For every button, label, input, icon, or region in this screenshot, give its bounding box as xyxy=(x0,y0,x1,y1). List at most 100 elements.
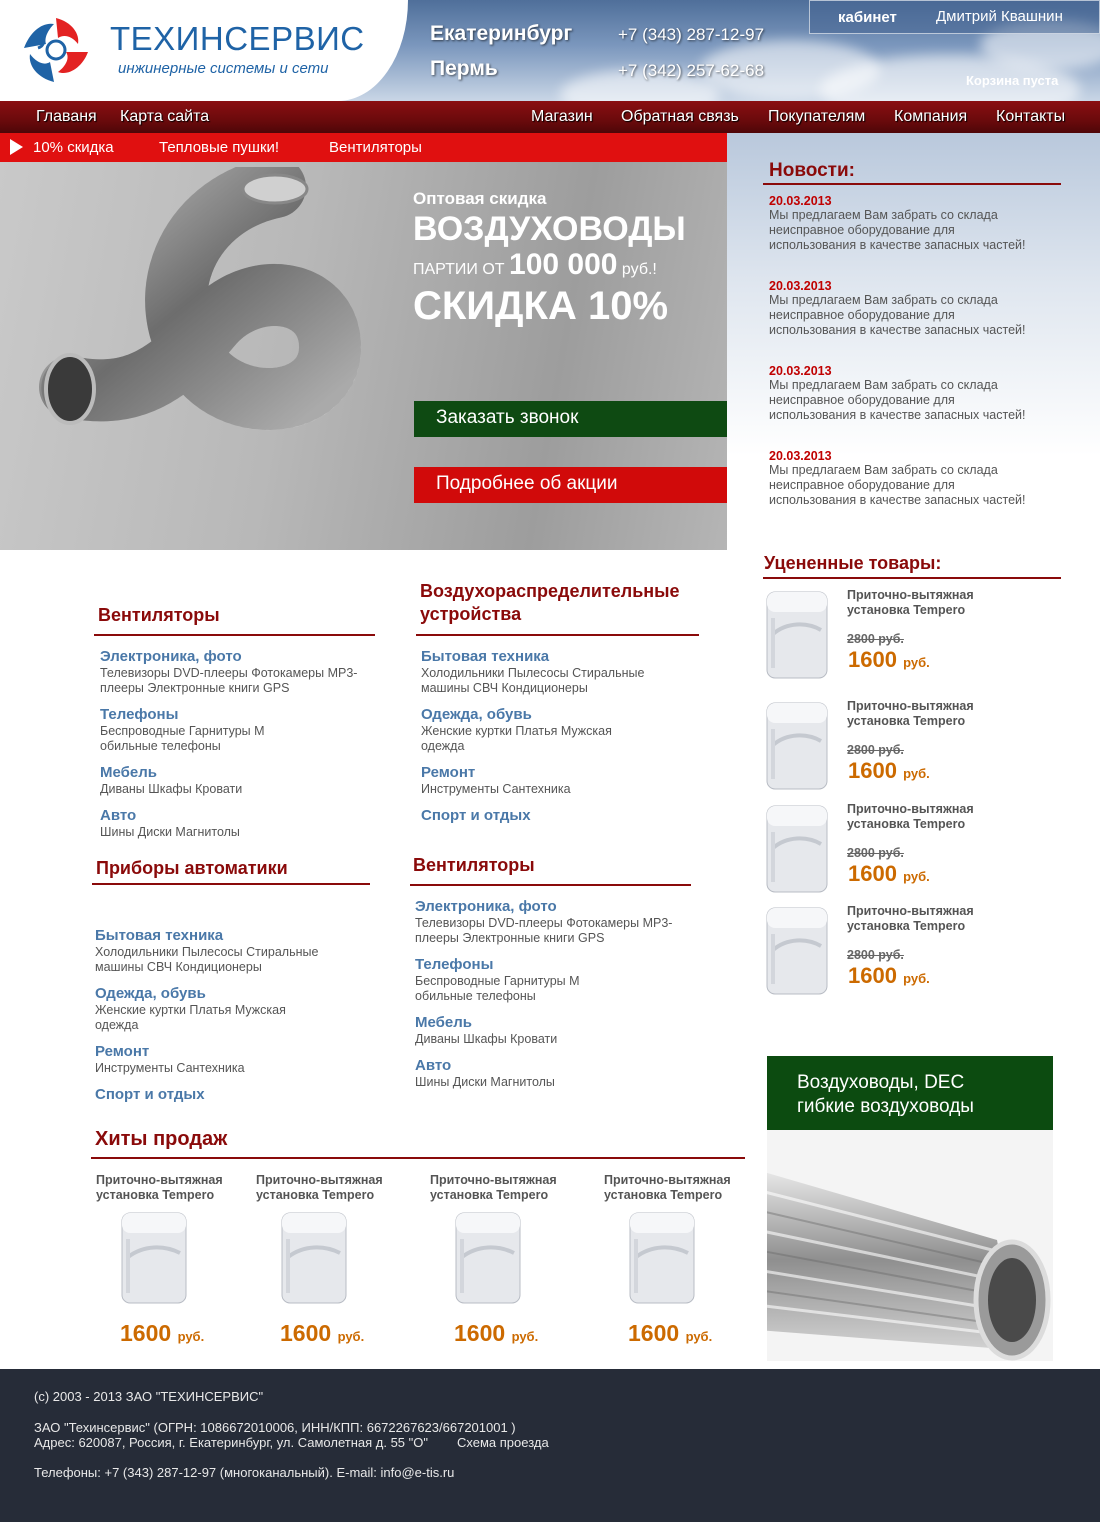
catalog-link[interactable]: Ремонт xyxy=(421,764,475,781)
catalog-heading[interactable]: Вентиляторы xyxy=(98,604,220,627)
ventilation-unit-image[interactable] xyxy=(626,1209,698,1307)
ventilation-unit-image[interactable] xyxy=(452,1209,524,1307)
nav-item-company[interactable]: Компания xyxy=(894,108,967,126)
hit-product[interactable]: Приточно-вытяжная установка Tempero 1600… xyxy=(96,1173,256,1353)
duct-side-banner[interactable]: Воздуховоды, DEC гибкие воздуховоды xyxy=(767,1056,1053,1361)
catalog-link[interactable]: Ремонт xyxy=(95,1043,149,1060)
nav-item-sitemap[interactable]: Карта сайта xyxy=(120,108,209,126)
ventilation-unit-image[interactable] xyxy=(763,699,831,794)
catalog-desc: Диваны Шкафы Кровати xyxy=(415,1032,558,1046)
promo-banner: Оптовая скидка ВОЗДУХОВОДЫ ПАРТИИ ОТ 100… xyxy=(0,162,727,550)
promo-details-button[interactable]: Подробнее об акции xyxy=(414,467,727,503)
product-name-text[interactable]: Приточно-вытяжная установка Tempero xyxy=(256,1173,383,1202)
discounted-product[interactable]: Приточно-вытяжная установка Tempero 2800… xyxy=(763,904,1063,1004)
product-name[interactable]: Приточно-вытяжная установка Tempero xyxy=(847,904,1017,934)
cart-status[interactable]: Корзина пуста xyxy=(966,73,1058,88)
product-name[interactable]: Приточно-вытяжная установка Tempero xyxy=(96,1173,256,1203)
ventilation-unit-image[interactable] xyxy=(763,802,831,897)
nav-item-shop[interactable]: Магазин xyxy=(531,108,593,126)
catalog-link[interactable]: Мебель xyxy=(415,1014,472,1031)
product-name[interactable]: Приточно-вытяжная установка Tempero xyxy=(256,1173,416,1203)
banner-title: ВОЗДУХОВОДЫ xyxy=(413,210,686,248)
news-item[interactable]: 20.03.2013 Мы предлагаем Вам забрать со … xyxy=(769,194,1029,253)
divider xyxy=(763,577,1061,579)
city-phone: +7 (343) 287-12-97 xyxy=(618,25,765,44)
ventilation-unit-image[interactable] xyxy=(763,904,831,999)
news-text: Мы предлагаем Вам забрать со склада неис… xyxy=(769,208,1026,252)
catalog-link[interactable]: Авто xyxy=(100,807,136,824)
catalog-link[interactable]: Телефоны xyxy=(415,956,493,973)
promo-item[interactable]: Тепловые пушки! xyxy=(159,139,279,156)
catalog-desc: Инструменты Сантехника xyxy=(95,1061,245,1075)
hit-product[interactable]: Приточно-вытяжная установка Tempero 1600… xyxy=(256,1173,416,1353)
catalog-link[interactable]: Электроника, фото xyxy=(100,648,242,665)
divider xyxy=(763,183,1061,185)
catalog-heading[interactable]: Приборы автоматики xyxy=(96,857,288,880)
price-currency: руб. xyxy=(903,766,930,781)
catalog-link[interactable]: Спорт и отдых xyxy=(95,1086,205,1103)
divider xyxy=(410,884,691,886)
catalog-link[interactable]: Электроника, фото xyxy=(415,898,557,915)
order-callback-button[interactable]: Заказать звонок xyxy=(414,401,727,437)
promo-item[interactable]: 10% скидка xyxy=(33,139,114,156)
ventilation-unit-image[interactable] xyxy=(278,1209,350,1307)
catalog-heading[interactable]: Вентиляторы xyxy=(413,854,535,877)
product-name[interactable]: Приточно-вытяжная установка Tempero xyxy=(847,802,1017,832)
catalog-link[interactable]: Авто xyxy=(415,1057,451,1074)
price-currency: руб. xyxy=(511,1329,539,1344)
nav-item-buyers[interactable]: Покупателям xyxy=(768,108,865,126)
product-name-text[interactable]: Приточно-вытяжная установка Tempero xyxy=(604,1173,731,1202)
divider xyxy=(92,883,370,885)
old-price: 2800 руб. xyxy=(847,743,904,757)
footer-legal: ЗАО "Техинсервис" (ОГРН: 1086672010006, … xyxy=(34,1420,516,1435)
catalog-desc: Телевизоры DVD-плееры Фотокамеры MP3-пле… xyxy=(100,666,358,695)
product-name[interactable]: Приточно-вытяжная установка Tempero xyxy=(604,1173,764,1203)
account-user-name[interactable]: Дмитрий Квашнин xyxy=(936,8,1063,25)
product-name-text[interactable]: Приточно-вытяжная установка Tempero xyxy=(96,1173,223,1202)
catalog-link[interactable]: Мебель xyxy=(100,764,157,781)
news-item[interactable]: 20.03.2013 Мы предлагаем Вам забрать со … xyxy=(769,364,1029,423)
news-item[interactable]: 20.03.2013 Мы предлагаем Вам забрать со … xyxy=(769,449,1029,508)
catalog-link[interactable]: Одежда, обувь xyxy=(95,985,206,1002)
batch-unit: руб.! xyxy=(621,261,657,278)
news-item[interactable]: 20.03.2013 Мы предлагаем Вам забрать со … xyxy=(769,279,1029,338)
account-link[interactable]: кабинет xyxy=(838,9,897,26)
price-value: 1600 xyxy=(848,647,897,672)
nav-item-home[interactable]: Главаня xyxy=(36,108,97,126)
footer-map-link[interactable]: Схема проезда xyxy=(457,1435,549,1450)
price-currency: руб. xyxy=(903,869,930,884)
nav-item-contacts[interactable]: Контакты xyxy=(996,108,1065,126)
nav-item-feedback[interactable]: Обратная связь xyxy=(621,108,739,126)
product-name[interactable]: Приточно-вытяжная установка Tempero xyxy=(847,699,1017,729)
footer-address: Адрес: 620087, Россия, г. Екатеринбург, … xyxy=(34,1435,428,1450)
news-date[interactable]: 20.03.2013 xyxy=(769,279,1029,293)
news-date[interactable]: 20.03.2013 xyxy=(769,194,1029,208)
product-name-text[interactable]: Приточно-вытяжная установка Tempero xyxy=(430,1173,557,1202)
price-currency: руб. xyxy=(177,1329,205,1344)
catalog-link[interactable]: Одежда, обувь xyxy=(421,706,532,723)
side-banner-text[interactable]: Воздуховоды, DEC гибкие воздуховоды xyxy=(797,1071,1027,1119)
catalog-link[interactable]: Бытовая техника xyxy=(95,927,223,944)
news-date[interactable]: 20.03.2013 xyxy=(769,364,1029,378)
discounted-product[interactable]: Приточно-вытяжная установка Tempero 2800… xyxy=(763,699,1063,799)
ventilation-unit-image[interactable] xyxy=(118,1209,190,1307)
catalog-link[interactable]: Телефоны xyxy=(100,706,178,723)
city-name: Екатеринбург xyxy=(430,22,573,45)
catalog-link[interactable]: Спорт и отдых xyxy=(421,807,531,824)
product-name[interactable]: Приточно-вытяжная установка Tempero xyxy=(430,1173,590,1203)
discounted-product[interactable]: Приточно-вытяжная установка Tempero 2800… xyxy=(763,588,1063,688)
promo-item[interactable]: Вентиляторы xyxy=(329,139,422,156)
logo-block[interactable]: ТЕХИНСЕРВИС инжинерные системы и сети xyxy=(0,0,408,101)
catalog-link[interactable]: Бытовая техника xyxy=(421,648,549,665)
hit-product[interactable]: Приточно-вытяжная установка Tempero 1600… xyxy=(430,1173,590,1353)
product-name[interactable]: Приточно-вытяжная установка Tempero xyxy=(847,588,1017,618)
catalog-heading[interactable]: Воздухораспределительные устройства xyxy=(420,580,710,626)
news-date[interactable]: 20.03.2013 xyxy=(769,449,1029,463)
promo-bar: 10% скидка Тепловые пушки! Вентиляторы xyxy=(0,133,727,162)
play-arrow-icon[interactable] xyxy=(10,139,23,155)
discounted-product[interactable]: Приточно-вытяжная установка Tempero 2800… xyxy=(763,802,1063,902)
hit-product[interactable]: Приточно-вытяжная установка Tempero 1600… xyxy=(604,1173,764,1353)
catalog-desc: Женские куртки Платья Мужская одежда xyxy=(95,1003,286,1032)
ventilation-unit-image[interactable] xyxy=(763,588,831,683)
batch-amount: 100 000 xyxy=(509,248,618,281)
